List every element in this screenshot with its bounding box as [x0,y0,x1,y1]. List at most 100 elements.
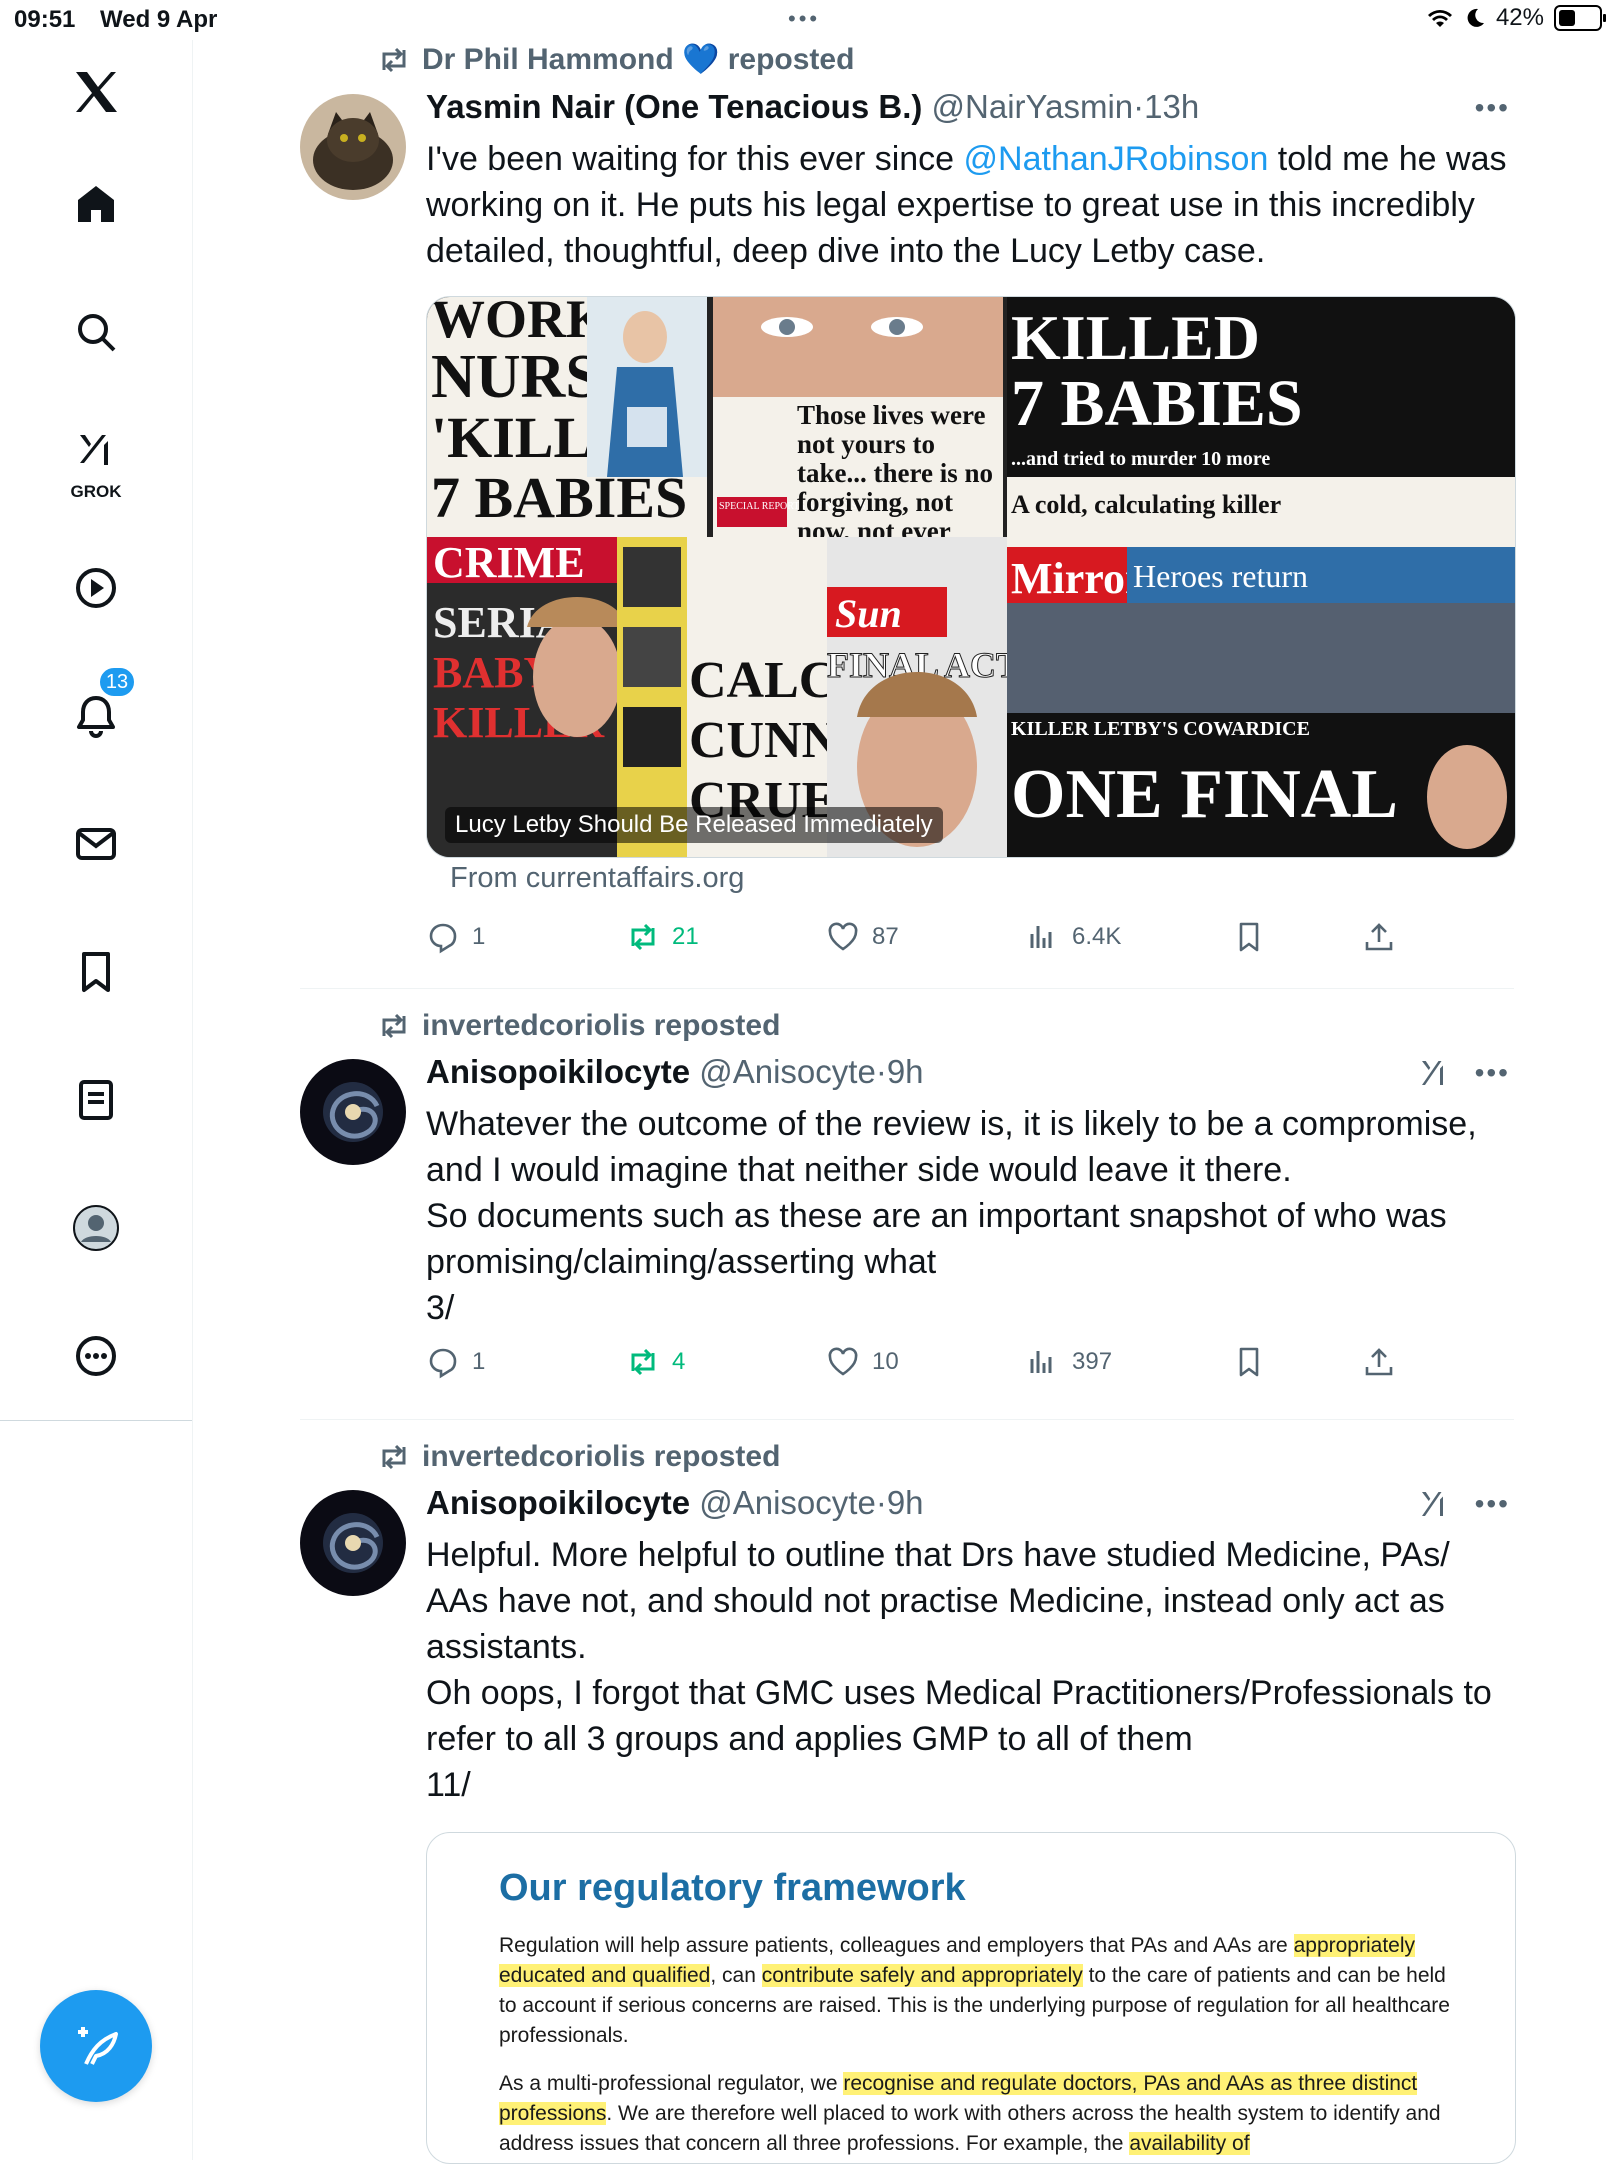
compose-button[interactable] [40,1990,152,2102]
author-handle[interactable]: @Anisocyte [699,1484,876,1521]
post-header: Anisopoikilocyte @Anisocyte·9h [426,1053,924,1091]
share-button[interactable] [1362,920,1396,954]
post-time[interactable]: 9h [887,1053,924,1090]
battery-percent: 42% [1495,4,1544,31]
post-text-part: I've been waiting for this ever since [426,140,964,178]
post-text: Helpful. More helpful to outline that Dr… [426,1532,1514,1808]
views-button[interactable]: 397 [1026,1345,1112,1379]
bookmark-icon [1239,1347,1259,1377]
doc-text: . We are therefore well placed to work w… [499,2102,1441,2155]
messages-icon[interactable] [48,796,144,892]
repost-icon [382,1013,406,1039]
notifications-icon[interactable]: 13 [48,666,144,764]
repost-indicator: invertedcoriolis reposted [378,1009,780,1043]
multitasking-dots-icon[interactable]: ••• [788,6,820,32]
galaxy-avatar-image [300,1059,406,1165]
reply-count: 1 [472,923,486,950]
post[interactable]: invertedcoriolis reposted Anisopoikilocy… [300,1420,1516,2164]
link-source[interactable]: From currentaffairs.org [450,862,744,895]
more-options-icon[interactable]: ••• [1475,1057,1510,1089]
headline-cowardice: KILLER LETBY'S COWARDICE [1011,718,1310,740]
doc-text: Regulation will help assure patients, co… [499,1934,1288,1957]
battery-fill [1559,10,1575,26]
doc-highlight: contribute safely and appropriately [761,1964,1083,1987]
doc-text: , can [710,1964,762,1987]
like-count: 87 [872,923,899,950]
post-text-line: Helpful. More helpful to outline that Dr… [426,1536,1450,1574]
avatar[interactable] [300,94,406,200]
separator-dot: · [1133,88,1145,125]
share-button[interactable] [1362,1345,1396,1379]
sidebar-nav: GROK 13 [0,40,193,2160]
separator-dot: · [875,1484,887,1521]
author-name[interactable]: Anisopoikilocyte [426,1053,690,1090]
bookmark-button[interactable] [1232,1345,1266,1379]
x-logo-icon[interactable] [48,44,144,140]
status-time: 09:51 [14,6,76,33]
link-card-title[interactable]: Lucy Letby Should Be Released Immediatel… [445,807,943,843]
like-button[interactable]: 87 [826,920,899,954]
post-header: Yasmin Nair (One Tenacious B.) @NairYasm… [426,88,1199,126]
mention-link[interactable]: @NathanJRobinson [964,140,1269,178]
reply-button[interactable]: 1 [426,920,485,954]
status-bar: 09:51 Wed 9 Apr ••• 42% [0,0,1620,40]
reply-button[interactable]: 1 [426,1345,485,1379]
bookmark-button[interactable] [1232,920,1266,954]
bookmark-icon [1239,922,1259,952]
post-text-line: 3/ [426,1289,455,1327]
headline-sun: Sun [835,591,902,636]
repost-icon [382,1444,406,1470]
grok-explain-icon[interactable] [1416,1055,1452,1091]
repost-button[interactable]: 21 [626,920,699,954]
repost-icon [382,47,406,72]
post-time[interactable]: 13h [1144,88,1199,125]
lists-icon[interactable] [48,1052,144,1148]
video-icon[interactable] [48,540,144,636]
views-button[interactable]: 6.4K [1026,920,1121,954]
post-text-line: So documents such as these are an import… [426,1197,1447,1235]
search-icon[interactable] [48,284,144,380]
post-text-line: 11/ [426,1766,471,1804]
author-name[interactable]: Anisopoikilocyte [426,1484,690,1521]
repost-label: invertedcoriolis reposted [422,1009,781,1042]
avatar[interactable] [300,1059,406,1165]
reply-count: 1 [472,1348,486,1375]
grok-explain-icon[interactable] [1416,1486,1452,1522]
post[interactable]: invertedcoriolis reposted Anisopoikilocy… [300,989,1514,1420]
author-handle[interactable]: @Anisocyte [699,1053,876,1090]
reply-icon [429,923,457,954]
headline-work: WORK [431,297,608,349]
reply-icon [429,1348,457,1379]
more-icon[interactable] [48,1308,144,1404]
home-icon[interactable] [48,156,144,252]
heart-icon [828,1347,858,1376]
repost-label: invertedcoriolis reposted [422,1440,781,1473]
sidebar-divider [0,1420,192,1421]
doc-highlight: availability of [1129,2132,1250,2155]
doc-text: As a multi-professional regulator, we [499,2072,844,2095]
like-button[interactable]: 10 [826,1345,899,1379]
link-card-image[interactable]: WORK NURSE 'KILLED' 7 BABIES SPECIAL REP… [426,296,1516,858]
author-handle[interactable]: @NairYasmin [932,88,1134,125]
post-text-line: promising/claiming/asserting what [426,1243,937,1281]
share-icon [1365,1348,1393,1376]
views-count: 397 [1072,1348,1113,1375]
post-text: I've been waiting for this ever since @N… [426,136,1514,274]
battery-icon [1554,5,1606,31]
attached-document-image[interactable]: Our regulatory framework Regulation will… [426,1832,1516,2164]
post-header: Anisopoikilocyte @Anisocyte·9h [426,1484,924,1522]
more-options-icon[interactable]: ••• [1475,92,1510,124]
status-right: 42% [1426,4,1606,32]
grok-icon[interactable]: GROK [48,412,144,508]
avatar[interactable] [300,1490,406,1596]
author-name[interactable]: Yasmin Nair (One Tenacious B.) [426,88,922,125]
post[interactable]: Dr Phil Hammond 💙 reposted Yasmin Nair (… [300,40,1516,989]
post-actions: 1 4 10 397 [426,1345,1514,1385]
profile-icon[interactable] [48,1180,144,1276]
repost-button[interactable]: 4 [626,1345,685,1379]
status-date: Wed 9 Apr [100,6,218,33]
bookmarks-icon[interactable] [48,924,144,1020]
more-options-icon[interactable]: ••• [1475,1488,1510,1520]
repost-count: 4 [672,1348,686,1375]
post-time[interactable]: 9h [887,1484,924,1521]
